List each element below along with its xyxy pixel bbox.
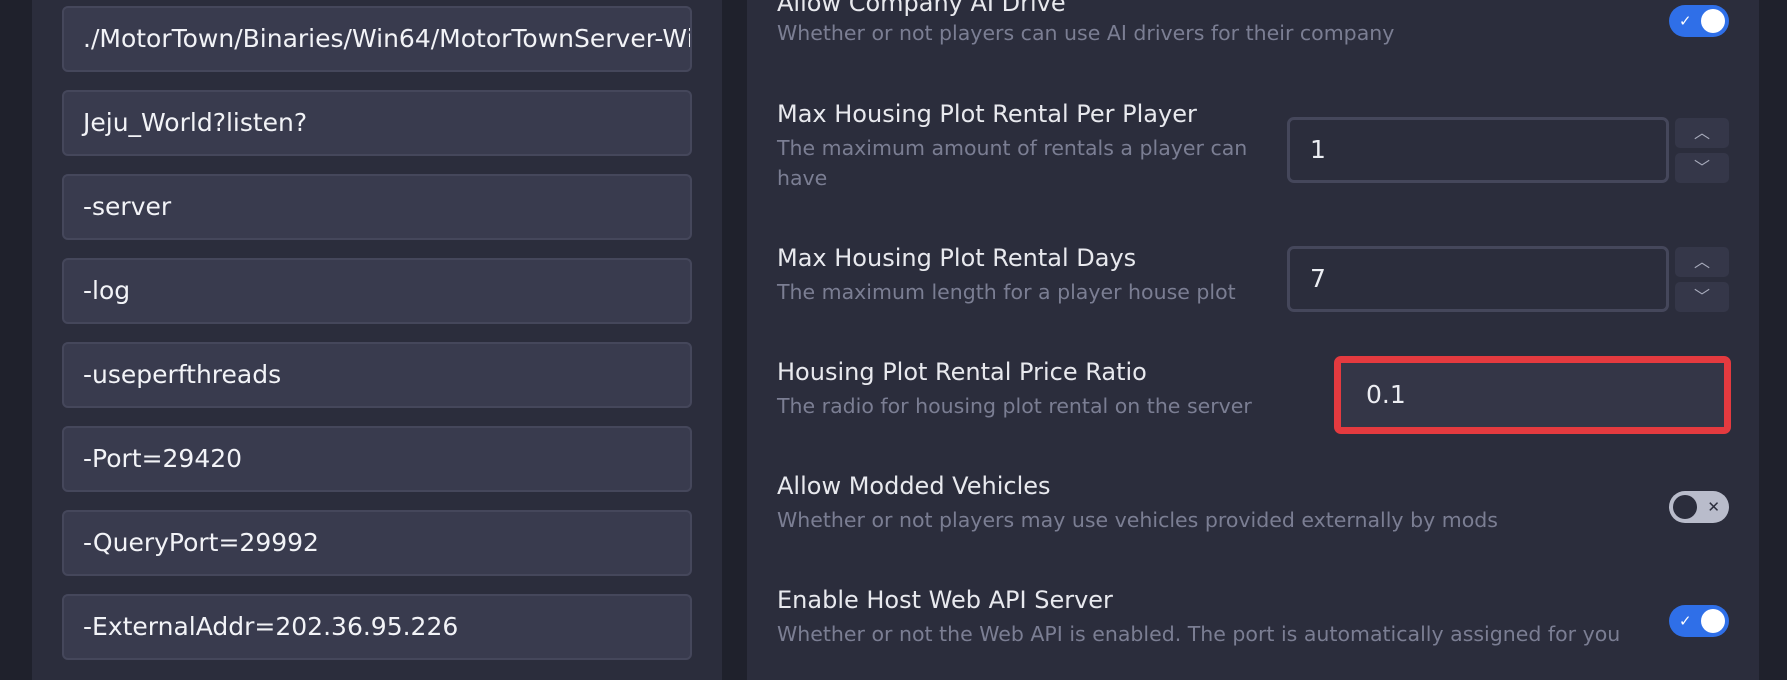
launch-arg-field[interactable]: -QueryPort=29992 (62, 510, 692, 576)
check-icon: ✓ (1679, 612, 1692, 630)
max-rental-days-input[interactable]: 7 (1287, 246, 1669, 312)
launch-arg-field[interactable]: ./MotorTown/Binaries/Win64/MotorTownServ… (62, 6, 692, 72)
setting-title: Max Housing Plot Rental Per Player (777, 100, 1197, 128)
rental-price-ratio-input[interactable]: 0.1 (1334, 356, 1731, 434)
chevron-down-icon: ﹀ (1693, 287, 1710, 306)
setting-description: Whether or not the Web API is enabled. T… (777, 622, 1621, 646)
chevron-up-icon: ︿ (1693, 252, 1710, 271)
allow-modded-vehicles-toggle[interactable]: ✕ (1669, 491, 1729, 523)
setting-title: Max Housing Plot Rental Days (777, 244, 1137, 272)
max-rental-per-player-input[interactable]: 1 (1287, 117, 1669, 183)
toggle-knob (1701, 9, 1725, 33)
increment-button[interactable]: ︿ (1675, 247, 1729, 277)
setting-description: The radio for housing plot rental on the… (777, 394, 1252, 418)
launch-arg-field[interactable]: Jeju_World?listen? (62, 90, 692, 156)
setting-title: Housing Plot Rental Price Ratio (777, 358, 1147, 386)
launch-arg-field[interactable]: -useperfthreads (62, 342, 692, 408)
server-settings-panel: Allow Company AI Drive Whether or not pl… (747, 0, 1759, 680)
setting-title: Allow Modded Vehicles (777, 472, 1051, 500)
launch-arguments-panel: ./MotorTown/Binaries/Win64/MotorTownServ… (32, 0, 722, 680)
decrement-button[interactable]: ﹀ (1675, 153, 1729, 183)
setting-title: Allow Company AI Drive (777, 0, 1066, 17)
allow-company-ai-drive-toggle[interactable]: ✓ (1669, 5, 1729, 37)
setting-description: The maximum length for a player house pl… (777, 280, 1236, 304)
check-icon: ✓ (1679, 12, 1692, 30)
toggle-knob (1701, 609, 1725, 633)
decrement-button[interactable]: ﹀ (1675, 282, 1729, 312)
launch-arg-field[interactable]: -log (62, 258, 692, 324)
setting-title: Enable Host Web API Server (777, 586, 1113, 614)
increment-button[interactable]: ︿ (1675, 118, 1729, 148)
launch-arg-field[interactable]: -server (62, 174, 692, 240)
chevron-up-icon: ︿ (1693, 123, 1710, 142)
setting-description: Whether or not players can use AI driver… (777, 21, 1395, 45)
launch-arg-field[interactable]: -ExternalAddr=202.36.95.226 (62, 594, 692, 660)
setting-description: The maximum amount of rentals a player c… (777, 136, 1248, 190)
enable-web-api-toggle[interactable]: ✓ (1669, 605, 1729, 637)
chevron-down-icon: ﹀ (1693, 158, 1710, 177)
toggle-knob (1673, 495, 1697, 519)
setting-description: Whether or not players may use vehicles … (777, 508, 1498, 532)
launch-arg-field[interactable]: -Port=29420 (62, 426, 692, 492)
close-icon: ✕ (1707, 498, 1720, 516)
